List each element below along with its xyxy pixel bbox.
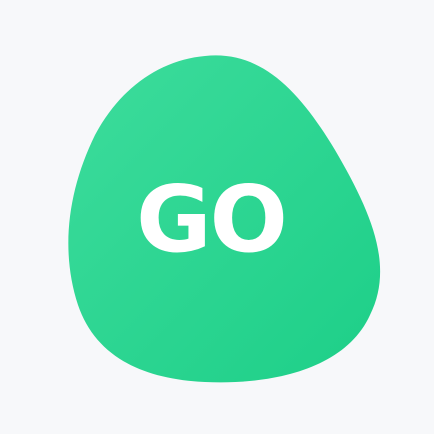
green-blob-shape — [68, 55, 381, 383]
app-icon: GO — [0, 0, 434, 434]
